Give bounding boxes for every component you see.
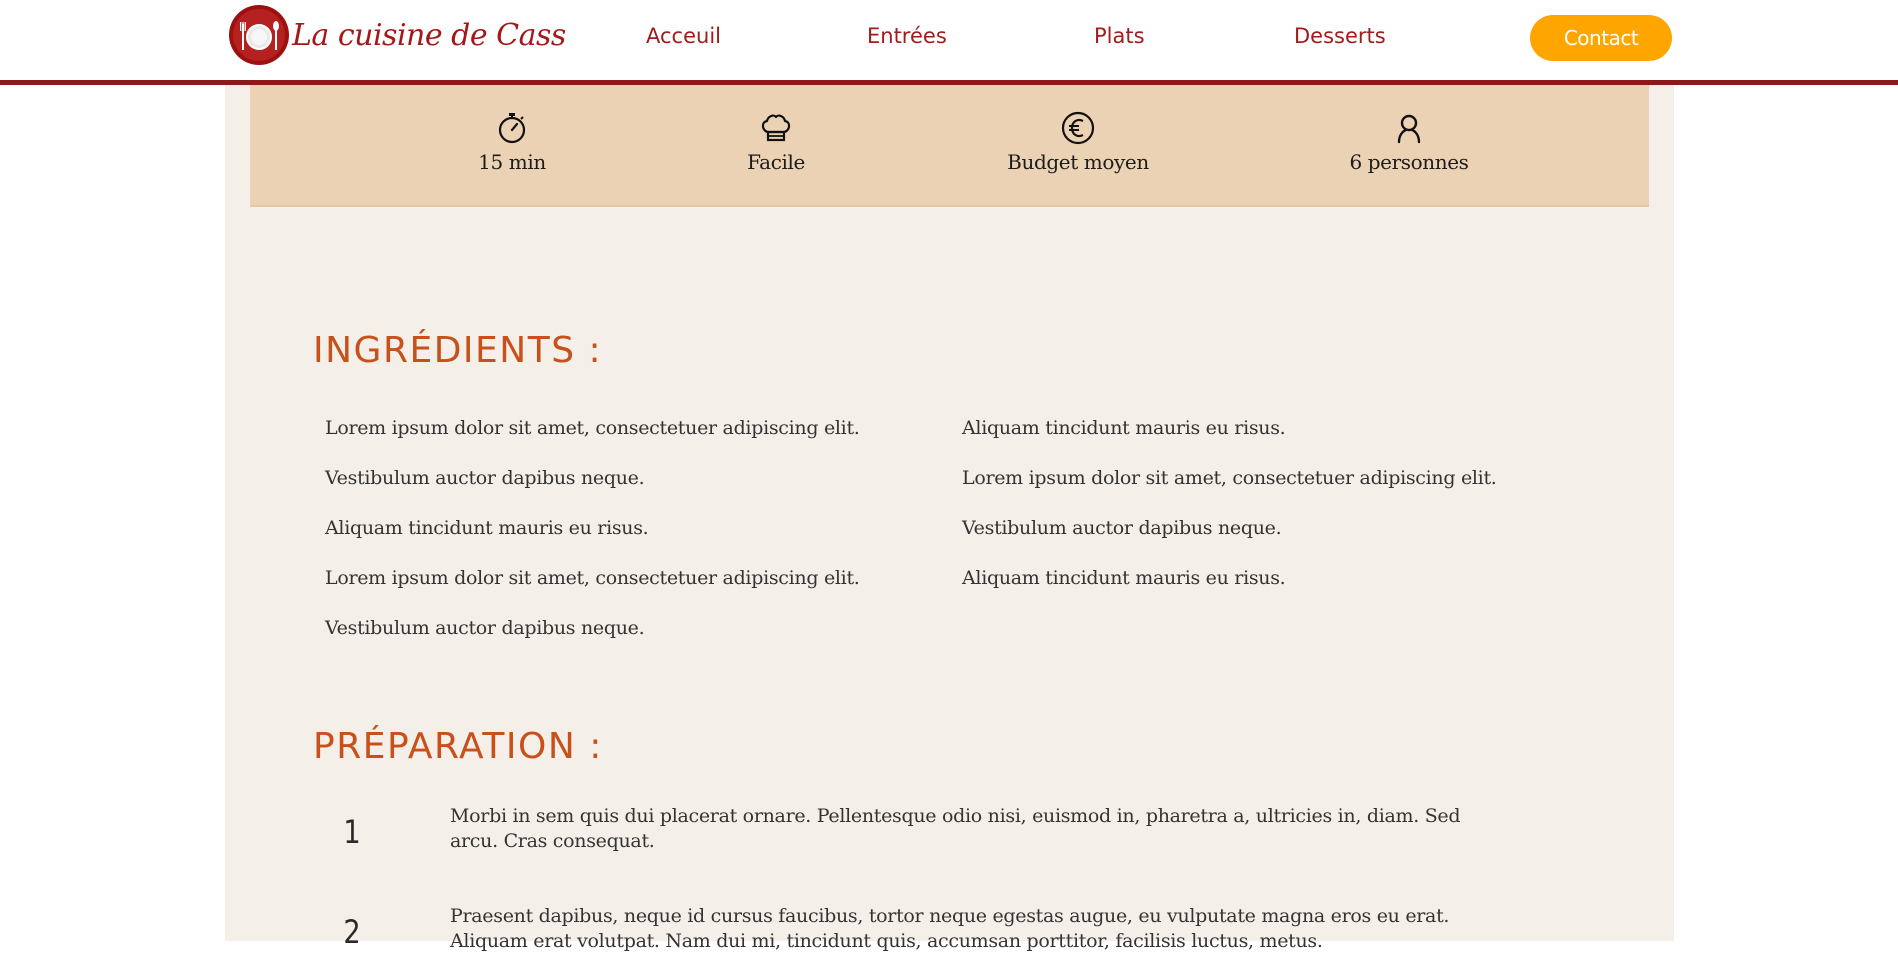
contact-button[interactable]: Contact xyxy=(1530,15,1672,61)
chef-hat-icon xyxy=(761,114,791,142)
step-text: Praesent dapibus, neque id cursus faucib… xyxy=(450,905,1450,952)
info-time-text: 15 min xyxy=(478,150,546,174)
ingredient-item: Aliquam tincidunt mauris eu risus. xyxy=(962,567,1286,589)
info-budget: Budget moyen xyxy=(968,110,1188,174)
ingredient-item: Lorem ipsum dolor sit amet, consectetuer… xyxy=(325,567,860,589)
preparation-title: PRÉPARATION : xyxy=(313,726,603,767)
info-difficulty-text: Facile xyxy=(747,150,805,174)
ingredient-item: Vestibulum auctor dapibus neque. xyxy=(325,467,645,489)
logo-text: La cuisine de Cass xyxy=(292,17,566,53)
info-time: 15 min xyxy=(402,110,622,174)
info-servings: 6 personnes xyxy=(1299,110,1519,174)
nav-plats[interactable]: Plats xyxy=(1094,24,1145,48)
euro-icon xyxy=(1061,111,1095,145)
ingredient-item: Vestibulum auctor dapibus neque. xyxy=(325,617,645,639)
step-text: Morbi in sem quis dui placerat ornare. P… xyxy=(450,805,1461,852)
step-number: 2 xyxy=(343,913,361,951)
nav-desserts[interactable]: Desserts xyxy=(1294,24,1386,48)
stopwatch-icon xyxy=(498,113,526,144)
recipe-info-bar: 15 min Facile Budget moyen 6 personnes xyxy=(250,85,1649,207)
info-servings-text: 6 personnes xyxy=(1349,150,1469,174)
plate-logo-icon xyxy=(229,5,289,65)
info-budget-text: Budget moyen xyxy=(1007,150,1149,174)
info-difficulty: Facile xyxy=(666,110,886,174)
step-number: 1 xyxy=(343,813,361,851)
person-icon xyxy=(1397,114,1421,144)
ingredients-title: INGRÉDIENTS : xyxy=(313,330,603,371)
nav-acceuil[interactable]: Acceuil xyxy=(646,24,721,48)
ingredient-item: Lorem ipsum dolor sit amet, consectetuer… xyxy=(325,417,860,439)
ingredient-item: Aliquam tincidunt mauris eu risus. xyxy=(962,417,1286,439)
recipe-panel: 15 min Facile Budget moyen 6 personnes I… xyxy=(225,85,1674,952)
ingredient-item: Lorem ipsum dolor sit amet, consectetuer… xyxy=(962,467,1497,489)
ingredient-item: Vestibulum auctor dapibus neque. xyxy=(962,517,1282,539)
nav-entrees[interactable]: Entrées xyxy=(867,24,947,48)
site-header: La cuisine de Cass Acceuil Entrées Plats… xyxy=(0,0,1898,85)
ingredient-item: Aliquam tincidunt mauris eu risus. xyxy=(325,517,649,539)
site-logo[interactable]: La cuisine de Cass xyxy=(228,4,566,66)
